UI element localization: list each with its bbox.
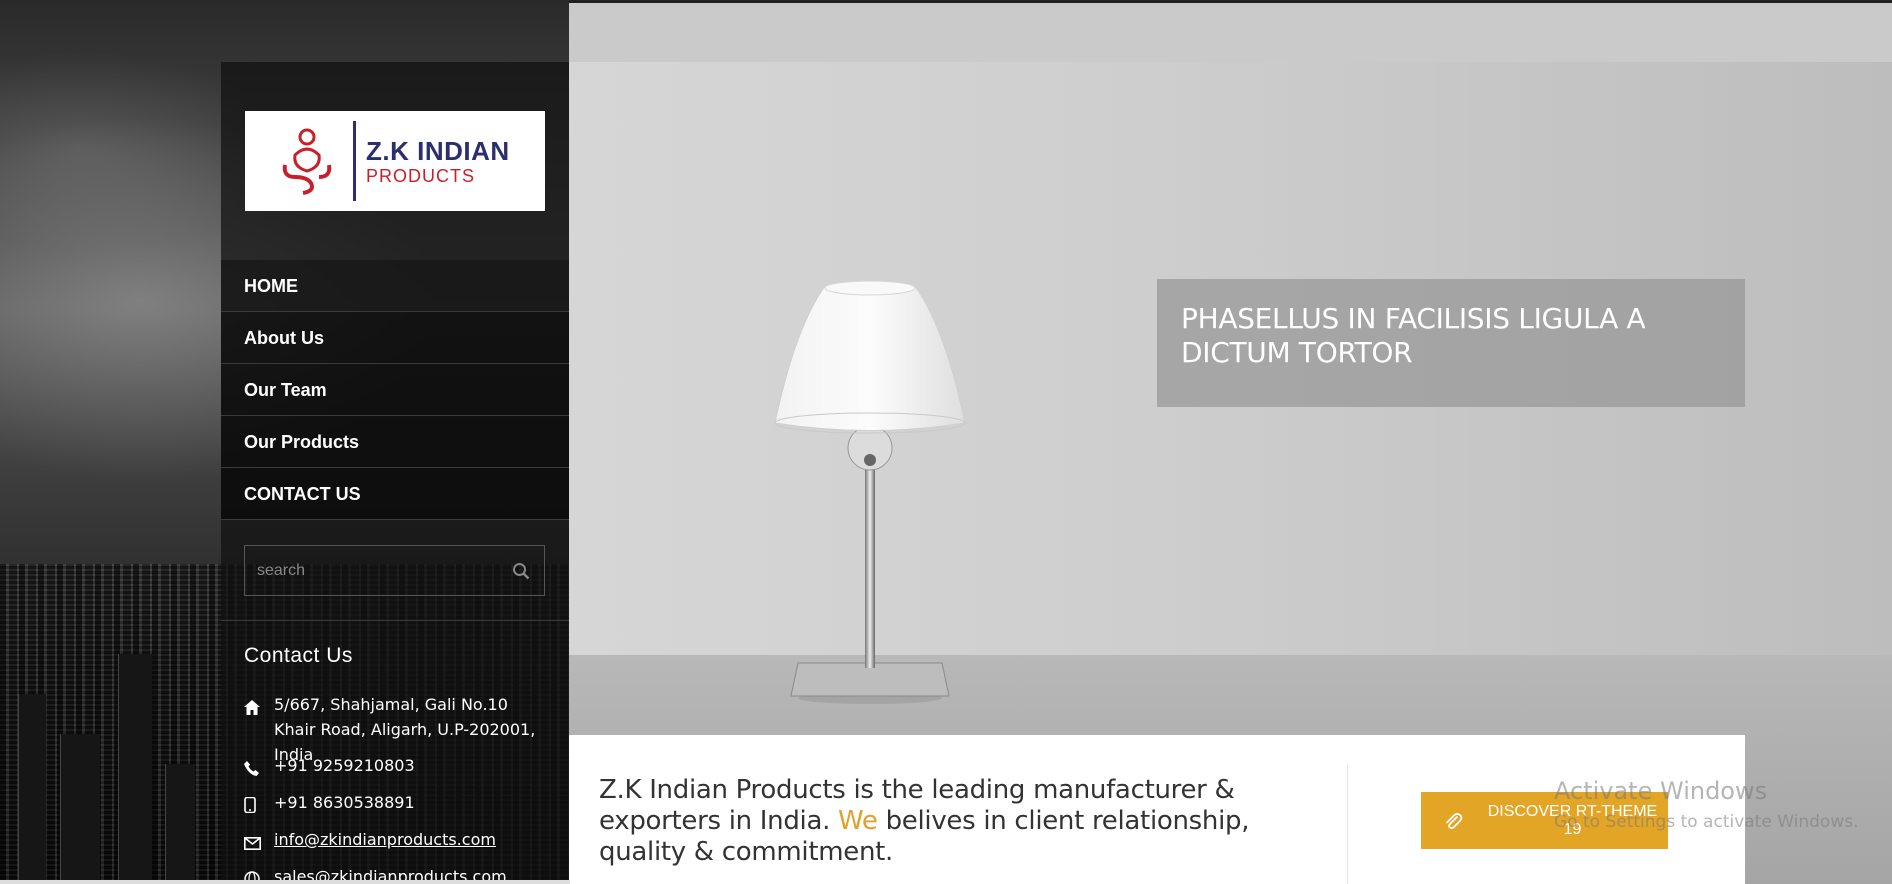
search-box — [244, 545, 545, 596]
sidebar: Z.K INDIAN PRODUCTS HOME About Us Our Te… — [221, 62, 569, 884]
phone-text[interactable]: +91 9259210803 — [274, 753, 554, 783]
hero-caption: PHASELLUS IN FACILISIS LIGULA A DICTUM T… — [1157, 279, 1745, 407]
lotus-logo-icon — [282, 128, 332, 195]
skyline-building — [18, 694, 46, 884]
mobile-icon — [244, 790, 274, 820]
site-logo[interactable]: Z.K INDIAN PRODUCTS — [245, 111, 545, 211]
logo-divider — [353, 121, 356, 201]
skyline-building — [60, 734, 100, 884]
contact-mobile: +91 8630538891 — [244, 790, 554, 820]
phone-icon — [244, 753, 274, 783]
bottom-edge — [0, 880, 570, 884]
contact-phone: +91 9259210803 — [244, 753, 554, 783]
nav-item-our-team[interactable]: Our Team — [221, 364, 569, 416]
nav-item-about-us[interactable]: About Us — [221, 312, 569, 364]
intro-highlight: We — [838, 806, 878, 836]
lamp-image — [774, 280, 966, 704]
intro-band: Z.K Indian Products is the leading manuf… — [569, 735, 1745, 884]
skyline-building — [118, 654, 152, 884]
contact-email: info@zkindianproducts.com — [244, 827, 554, 857]
windows-watermark-title: Activate Windows — [1554, 777, 1768, 805]
logo-subtitle: PRODUCTS — [366, 166, 476, 186]
windows-watermark-subtitle: Go to Settings to activate Windows. — [1554, 812, 1859, 832]
hero-top-strip — [569, 0, 1892, 62]
search-icon[interactable] — [512, 562, 530, 580]
logo-title: Z.K INDIAN — [366, 136, 510, 166]
nav-item-contact-us[interactable]: CONTACT US — [221, 468, 569, 520]
mail-icon — [244, 827, 274, 857]
mobile-text[interactable]: +91 8630538891 — [274, 790, 554, 820]
email-link[interactable]: info@zkindianproducts.com — [274, 830, 496, 849]
skyline-building — [165, 764, 195, 884]
intro-text: Z.K Indian Products is the leading manuf… — [599, 775, 1329, 868]
contact-heading: Contact Us — [244, 644, 353, 667]
main-nav: HOME About Us Our Team Our Products CONT… — [221, 260, 569, 520]
nav-item-home[interactable]: HOME — [221, 260, 569, 312]
band-divider — [1347, 765, 1348, 884]
divider — [221, 620, 569, 621]
search-input[interactable] — [245, 546, 544, 595]
paperclip-icon — [1446, 812, 1463, 829]
nav-item-our-products[interactable]: Our Products — [221, 416, 569, 468]
